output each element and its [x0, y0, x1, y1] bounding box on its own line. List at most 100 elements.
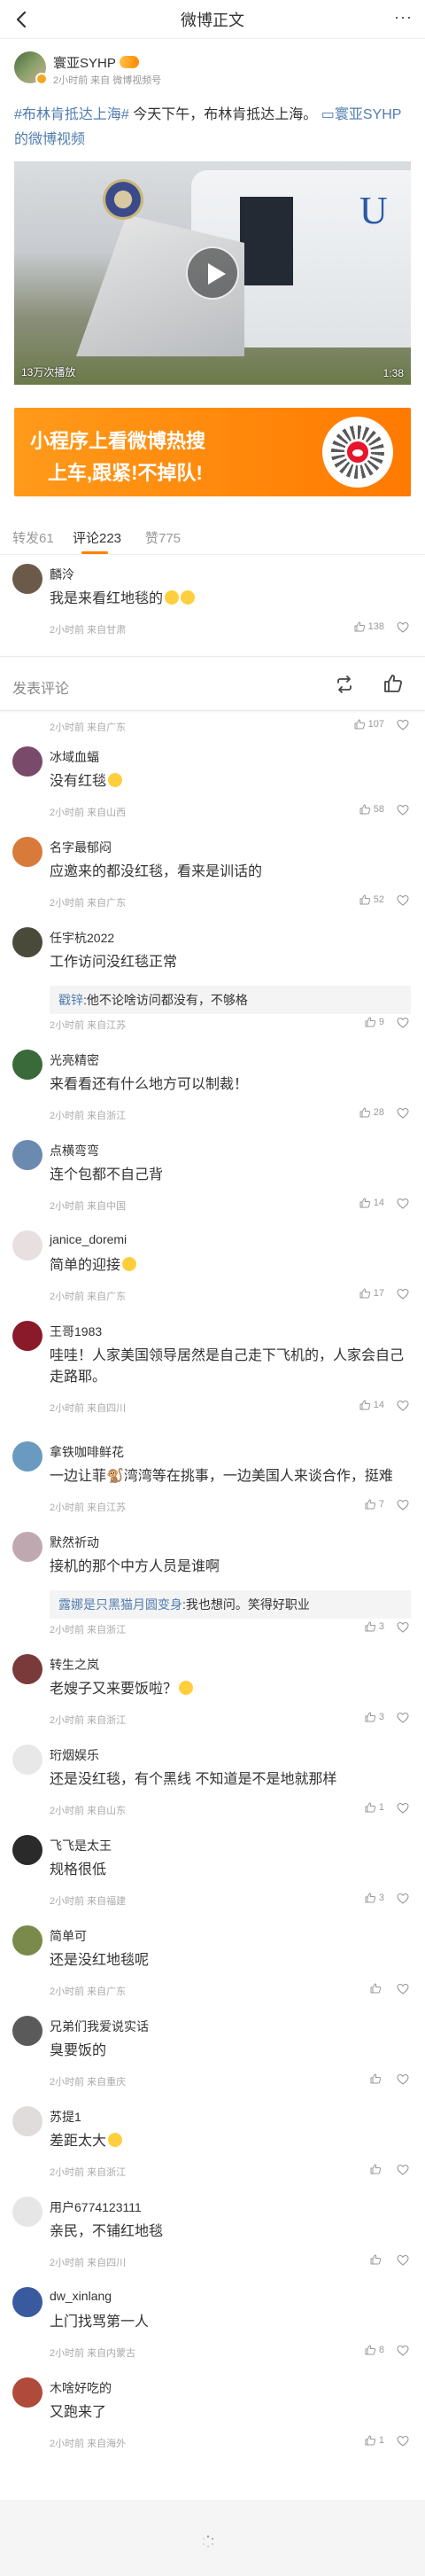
commenter-name[interactable]: 王哥1983: [50, 1323, 102, 1340]
commenter-name[interactable]: 简单可: [50, 1927, 87, 1945]
commenter-name[interactable]: 名字最郁闷: [50, 839, 112, 856]
comment-like-button[interactable]: 9: [365, 1017, 384, 1027]
heart-icon[interactable]: [397, 2254, 409, 2267]
commenter-name[interactable]: 木啥好吃的: [50, 2379, 112, 2397]
commenter-name[interactable]: janice_doremi: [50, 1232, 127, 1246]
comment-like-button[interactable]: 107: [354, 719, 384, 730]
heart-icon[interactable]: [397, 2073, 409, 2086]
comment-like-button[interactable]: 8: [365, 2345, 384, 2355]
commenter-avatar[interactable]: [12, 746, 42, 777]
heart-icon[interactable]: [397, 2164, 409, 2176]
author-name-text: 寰亚SYHP: [53, 56, 116, 71]
play-button-icon[interactable]: [186, 246, 239, 300]
heart-icon[interactable]: [397, 621, 409, 634]
commenter-name[interactable]: 转生之岚: [50, 1656, 99, 1674]
comment-input[interactable]: 发表评论: [12, 676, 69, 698]
commenter-avatar[interactable]: [12, 1321, 42, 1351]
commenter-name[interactable]: 珩烟娱乐: [50, 1746, 99, 1764]
comment-text-body: 规格很低: [50, 1862, 107, 1877]
heart-icon[interactable]: [397, 894, 409, 907]
commenter-name[interactable]: 飞飞是太王: [50, 1837, 112, 1854]
commenter-avatar[interactable]: [12, 2287, 42, 2317]
hashtag-link[interactable]: #布林肯抵达上海#: [14, 107, 129, 122]
comment-like-button[interactable]: 58: [359, 804, 384, 815]
like-thumb-icon[interactable]: [382, 673, 404, 694]
mini-program-banner[interactable]: 小程序上看微博热搜 上车,跟紧!不掉队!: [14, 408, 411, 496]
tab-reposts[interactable]: 转发61: [12, 528, 54, 547]
back-arrow-icon[interactable]: [12, 10, 32, 29]
commenter-avatar[interactable]: [12, 1230, 42, 1261]
comment-like-button[interactable]: [370, 2073, 384, 2084]
commenter-avatar[interactable]: [12, 1441, 42, 1471]
tab-comments[interactable]: 评论223: [73, 528, 121, 547]
commenter-avatar[interactable]: [12, 1745, 42, 1775]
comment-like-button[interactable]: [370, 2254, 384, 2265]
heart-icon[interactable]: [397, 1198, 409, 1210]
sub-reply-name[interactable]: 露娜是只黑猫月圆变身: [58, 1597, 182, 1612]
commenter-avatar[interactable]: [12, 1925, 42, 1955]
comment-like-button[interactable]: 3: [365, 1621, 384, 1632]
commenter-name[interactable]: dw_xinlang: [50, 2289, 112, 2303]
commenter-name[interactable]: 冰域血蝠: [50, 748, 99, 766]
commenter-avatar[interactable]: [12, 2377, 42, 2408]
tab-likes[interactable]: 赞775: [145, 528, 181, 547]
heart-icon[interactable]: [397, 1802, 409, 1815]
repost-icon[interactable]: [335, 675, 354, 694]
heart-icon[interactable]: [397, 1288, 409, 1300]
heart-icon[interactable]: [397, 1017, 409, 1029]
heart-icon[interactable]: [397, 2435, 409, 2447]
commenter-avatar[interactable]: [12, 927, 42, 957]
comment-like-button[interactable]: [370, 1983, 384, 1994]
comment-like-button[interactable]: 17: [359, 1288, 384, 1299]
commenter-avatar[interactable]: [12, 1050, 42, 1080]
comment-like-button[interactable]: [370, 2164, 384, 2174]
comment-text: 接机的那个中方人员是谁啊: [50, 1557, 411, 1578]
comment-like-button[interactable]: 7: [365, 1499, 384, 1510]
comment-like-button[interactable]: 138: [354, 621, 384, 632]
commenter-avatar[interactable]: [12, 564, 42, 594]
sub-reply[interactable]: 露娜是只黑猫月圆变身:我也想问。笑得好职业: [50, 1590, 411, 1619]
commenter-name[interactable]: 用户6774123111: [50, 2198, 142, 2216]
commenter-name[interactable]: 点横弯弯: [50, 1142, 99, 1159]
commenter-name[interactable]: 麟泠: [50, 566, 74, 583]
heart-icon[interactable]: [397, 1712, 409, 1724]
comment-like-button[interactable]: 1: [365, 2435, 384, 2446]
heart-icon[interactable]: [397, 1621, 409, 1634]
heart-icon[interactable]: [397, 1499, 409, 1511]
commenter-avatar[interactable]: [12, 2106, 42, 2136]
heart-icon[interactable]: [397, 1893, 409, 1905]
heart-icon[interactable]: [397, 719, 409, 731]
comment-like-button[interactable]: 3: [365, 1712, 384, 1722]
video-link-icon[interactable]: ▭: [321, 107, 335, 122]
heart-icon[interactable]: [397, 1107, 409, 1120]
commenter-avatar[interactable]: [12, 1532, 42, 1562]
comment-like-button[interactable]: 52: [359, 894, 384, 905]
like-thumb-icon: [365, 1893, 376, 1903]
commenter-avatar[interactable]: [12, 837, 42, 867]
commenter-name[interactable]: 苏提1: [50, 2108, 81, 2126]
commenter-name[interactable]: 拿铁咖啡鲜花: [50, 1443, 124, 1461]
commenter-avatar[interactable]: [12, 1835, 42, 1865]
comment-like-button[interactable]: 14: [359, 1198, 384, 1208]
commenter-avatar[interactable]: [12, 1140, 42, 1170]
commenter-avatar[interactable]: [12, 2016, 42, 2046]
comment-like-button[interactable]: 1: [365, 1802, 384, 1813]
commenter-name[interactable]: 任宇杭2022: [50, 929, 114, 947]
video-player[interactable]: U 13万次播放 1:38: [14, 161, 411, 385]
heart-icon[interactable]: [397, 1400, 409, 1412]
sub-reply-name[interactable]: 戳锌: [58, 993, 83, 1007]
commenter-name[interactable]: 默然祈动: [50, 1534, 99, 1551]
comment-like-button[interactable]: 3: [365, 1893, 384, 1903]
heart-icon[interactable]: [397, 2345, 409, 2357]
more-options-icon[interactable]: ···: [394, 8, 413, 27]
commenter-avatar[interactable]: [12, 1654, 42, 1684]
heart-icon[interactable]: [397, 804, 409, 816]
commenter-name[interactable]: 兄弟们我爱说实话: [50, 2018, 149, 2035]
author-name[interactable]: 寰亚SYHP: [53, 53, 139, 72]
comment-like-button[interactable]: 28: [359, 1107, 384, 1118]
heart-icon[interactable]: [397, 1983, 409, 1995]
commenter-name[interactable]: 光亮精密: [50, 1051, 99, 1069]
commenter-avatar[interactable]: [12, 2197, 42, 2227]
comment-like-button[interactable]: 14: [359, 1400, 384, 1410]
sub-reply[interactable]: 戳锌:他不论啥访问都没有，不够格: [50, 986, 411, 1014]
